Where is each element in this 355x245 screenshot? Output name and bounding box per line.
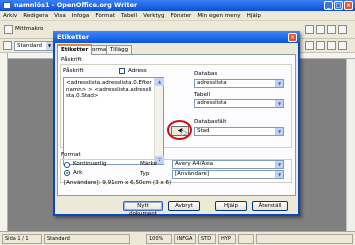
- table-value: adresslista: [197, 100, 227, 106]
- toolbar-icon-4[interactable]: [338, 25, 347, 34]
- mouse-pointer-icon: ➤: [180, 129, 188, 139]
- tab-labels[interactable]: Etiketter: [57, 44, 93, 55]
- sheet-label: Ark: [73, 170, 83, 176]
- database-value: adresslista: [197, 80, 227, 86]
- maximize-icon[interactable]: □: [334, 1, 343, 10]
- toolbar-icon-2[interactable]: [316, 25, 325, 34]
- menu-bar: Arkiv Redigera Visa Infoga Format Tabell Verkt…: [0, 11, 355, 21]
- menu-tools[interactable]: Verktyg: [140, 11, 167, 21]
- app-icon: [3, 2, 11, 9]
- address-label: Adress: [128, 68, 147, 74]
- chevron-down-icon[interactable]: ▼: [275, 161, 283, 168]
- help-button[interactable]: Hjälp: [215, 201, 247, 211]
- continuous-label: Kontinuerlig: [73, 161, 107, 167]
- align-icon-3[interactable]: [327, 41, 336, 50]
- menu-edit[interactable]: Redigera: [20, 11, 51, 21]
- inscription-group-title: Påskrift: [61, 57, 82, 63]
- status-zoom[interactable]: 100%: [146, 234, 172, 244]
- address-checkbox[interactable]: [119, 68, 125, 74]
- chevron-down-icon[interactable]: ▼: [275, 171, 283, 178]
- status-modified: [238, 234, 254, 244]
- dialog-titlebar: Etiketter: [53, 31, 300, 43]
- vertical-ruler: [0, 53, 8, 231]
- brand-value: Avery A4/Asia: [175, 161, 213, 167]
- minimize-icon[interactable]: _: [324, 1, 333, 10]
- window-titlebar: namnlös1 - OpenOffice.org Writer _ □ ×: [0, 0, 355, 11]
- toolbar-icon-1[interactable]: [305, 25, 314, 34]
- status-info: [256, 234, 353, 244]
- chevron-down-icon[interactable]: ▼: [275, 80, 283, 87]
- macro-icon[interactable]: [4, 25, 13, 34]
- label-size-info: [Användare]: 9,91cm x 6,50cm (3 x 6): [64, 180, 172, 186]
- document-scrollbar[interactable]: [346, 59, 355, 231]
- menu-help[interactable]: Hjälp: [244, 11, 264, 21]
- window-title: namnlös1 - OpenOffice.org Writer: [14, 1, 138, 9]
- chevron-down-icon[interactable]: ▼: [275, 100, 283, 107]
- table-select[interactable]: adresslista ▼: [194, 99, 284, 108]
- window-controls: _ □ ×: [324, 1, 353, 10]
- type-select[interactable]: [Användare] ▼: [172, 170, 284, 179]
- database-select[interactable]: adresslista ▼: [194, 79, 284, 88]
- styles-icon[interactable]: [3, 41, 12, 50]
- status-hyperlink[interactable]: HYP: [218, 234, 236, 244]
- status-selection-mode[interactable]: STD: [198, 234, 216, 244]
- menu-format[interactable]: Format: [92, 11, 118, 21]
- database-field-label: Databasfält: [194, 119, 227, 125]
- menu-table[interactable]: Tabell: [118, 11, 140, 21]
- table-label: Tabell: [194, 92, 211, 98]
- paragraph-style-value: Standard: [17, 43, 43, 49]
- align-icon-4[interactable]: [338, 41, 347, 50]
- toolbar-icon-3[interactable]: [327, 25, 336, 34]
- format-group-title: Format: [61, 152, 81, 158]
- new-document-button[interactable]: Nytt dokument: [123, 201, 163, 217]
- menu-view[interactable]: Visa: [51, 11, 69, 21]
- type-label: Typ: [140, 171, 150, 177]
- close-icon[interactable]: ×: [288, 33, 297, 42]
- status-page: Sida 1 / 1: [2, 234, 42, 244]
- brand-select[interactable]: Avery A4/Asia ▼: [172, 160, 284, 169]
- inscription-scrollbar[interactable]: ▲ ▼: [154, 78, 164, 164]
- status-bar: Sida 1 / 1 Standard 100% INFGA STD HYP: [0, 231, 355, 245]
- tab-options[interactable]: Tillägg: [106, 45, 133, 54]
- database-field-select[interactable]: Stad ▼: [194, 127, 284, 136]
- status-insert-mode[interactable]: INFGA: [174, 234, 196, 244]
- align-icon-1[interactable]: [305, 41, 314, 50]
- menu-custom[interactable]: Min egen meny: [194, 11, 243, 21]
- continuous-radio[interactable]: [64, 162, 70, 168]
- menu-window[interactable]: Fönster: [168, 11, 195, 21]
- database-field-value: Stad: [197, 128, 210, 134]
- inscription-label: Påskrift: [63, 68, 84, 74]
- align-icon-2[interactable]: [316, 41, 325, 50]
- paragraph-style-select[interactable]: Standard ▼: [14, 41, 54, 51]
- chevron-down-icon[interactable]: ▼: [275, 128, 283, 135]
- dialog-title: Etiketter: [57, 33, 90, 41]
- chevron-down-icon[interactable]: ▼: [46, 42, 53, 50]
- close-icon[interactable]: ×: [344, 1, 353, 10]
- menu-insert[interactable]: Infoga: [69, 11, 93, 21]
- scroll-up-icon[interactable]: ▲: [155, 78, 164, 86]
- database-label: Databas: [194, 71, 218, 77]
- macro-label[interactable]: Mittmakro: [15, 26, 43, 33]
- menu-file[interactable]: Arkiv: [0, 11, 20, 21]
- status-style: Standard: [44, 234, 130, 244]
- brand-label: Märke: [140, 161, 158, 167]
- type-value: [Användare]: [175, 171, 210, 177]
- cancel-button[interactable]: Avbryt: [168, 201, 200, 211]
- reset-button[interactable]: Återställ: [252, 201, 288, 211]
- sheet-radio[interactable]: [64, 170, 70, 176]
